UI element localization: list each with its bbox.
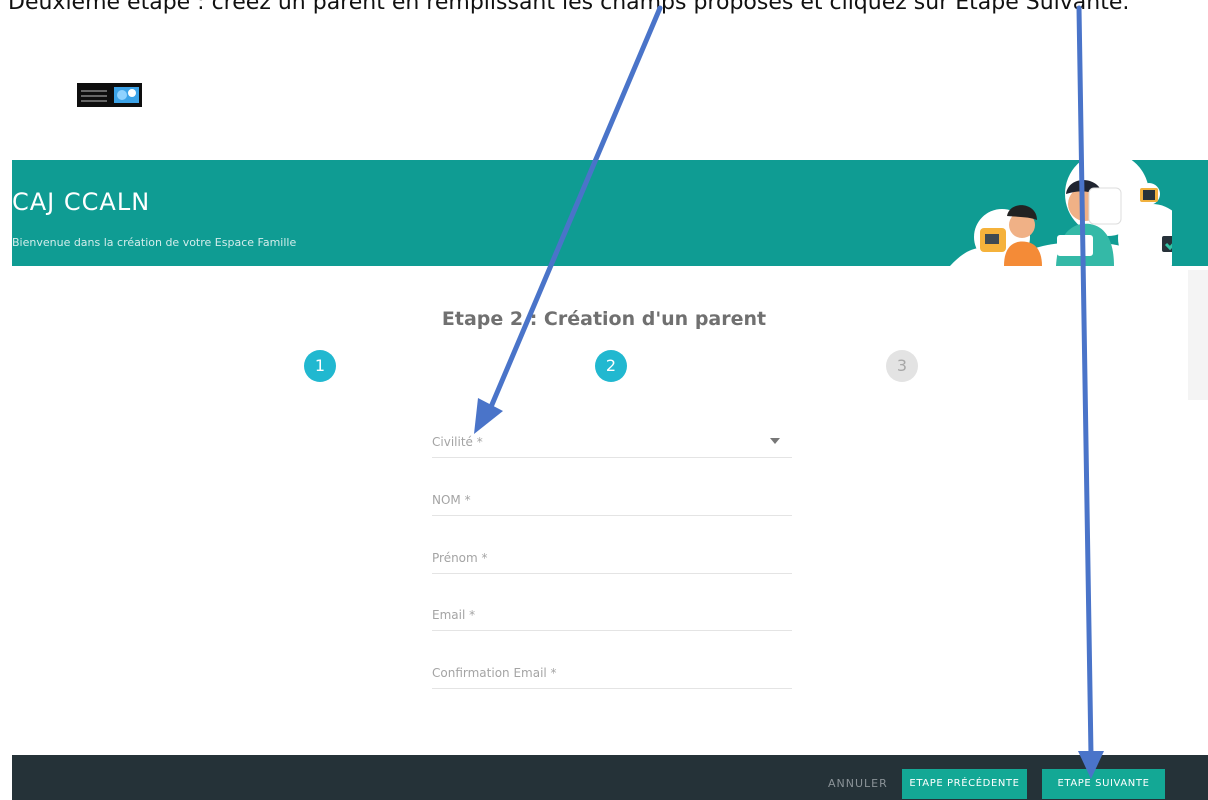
previous-step-button[interactable]: ETAPE PRÉCÉDENTE xyxy=(902,769,1027,799)
app-subtitle: Bienvenue dans la création de votre Espa… xyxy=(12,236,297,249)
nom-input[interactable]: NOM * xyxy=(432,493,792,516)
step-3-indicator: 3 xyxy=(886,350,918,382)
form-footer: ANNULER ETAPE PRÉCÉDENTE ETAPE SUIVANTE xyxy=(12,755,1208,800)
email-input[interactable]: Email * xyxy=(432,608,792,631)
email-confirm-input[interactable]: Confirmation Email * xyxy=(432,666,792,689)
cancel-button[interactable]: ANNULER xyxy=(828,777,888,790)
right-edge-panel xyxy=(1188,270,1208,400)
nom-placeholder: NOM * xyxy=(432,493,471,507)
prenom-input[interactable]: Prénom * xyxy=(432,551,792,574)
civility-placeholder: Civilité * xyxy=(432,435,483,449)
next-step-button[interactable]: ETAPE SUIVANTE xyxy=(1042,769,1165,799)
step-2-indicator: 2 xyxy=(595,350,627,382)
family-illustration xyxy=(950,160,1172,266)
civility-select[interactable]: Civilité * xyxy=(432,435,792,458)
app-header: CAJ CCALN Bienvenue dans la création de … xyxy=(12,160,1208,266)
step-title: Etape 2 : Création d'un parent xyxy=(441,308,767,330)
instruction-text: Deuxième étape : créez un parent en remp… xyxy=(8,0,1130,15)
app-title: CAJ CCALN xyxy=(12,188,151,216)
email-placeholder: Email * xyxy=(432,608,476,622)
chevron-down-icon[interactable] xyxy=(770,438,780,444)
email-confirm-placeholder: Confirmation Email * xyxy=(432,666,557,680)
step-1-indicator: 1 xyxy=(304,350,336,382)
company-logo xyxy=(77,83,142,107)
prenom-placeholder: Prénom * xyxy=(432,551,488,565)
